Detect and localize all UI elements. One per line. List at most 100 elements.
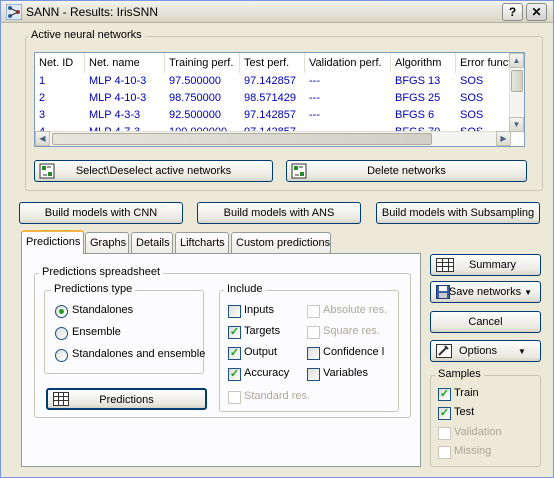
summary-button[interactable]: Summary (430, 254, 541, 276)
delete-networks-icon (291, 163, 307, 179)
tab-custom-predictions[interactable]: Custom predictions (231, 232, 331, 253)
networks-list[interactable]: Net. ID Net. name Training perf. Test pe… (34, 52, 525, 147)
table-row[interactable]: 1 MLP 4-10-3 97.500000 97.142857 --- BFG… (35, 73, 511, 90)
scroll-left-icon[interactable]: ◀ (35, 131, 50, 146)
cell-net-name: MLP 4-10-3 (89, 92, 147, 104)
cell-error-function: SOS (460, 75, 484, 87)
delete-networks-button[interactable]: Delete networks (286, 160, 527, 182)
build-cnn-button[interactable]: Build models with CNN (19, 202, 183, 224)
predictions-type-group (44, 290, 204, 374)
cell-net-name: MLP 4-10-3 (89, 75, 147, 87)
select-deselect-networks-button[interactable]: Select\Deselect active networks (34, 160, 273, 182)
checkbox-standard-res[interactable] (228, 391, 241, 404)
horizontal-scroll-thumb[interactable] (52, 133, 432, 145)
tab-liftcharts[interactable]: Liftcharts (175, 232, 229, 253)
scroll-right-icon[interactable]: ▶ (496, 131, 511, 146)
vertical-scroll-thumb[interactable] (511, 70, 523, 92)
save-disk-icon (436, 285, 450, 299)
checkbox-output[interactable]: ✓ (228, 347, 241, 360)
radio-ensemble-label: Ensemble (72, 326, 121, 338)
checkbox-square-res[interactable] (307, 326, 320, 339)
app-network-icon (6, 4, 22, 20)
cell-training-perf: 98.750000 (169, 92, 221, 104)
cell-training-perf: 92.500000 (169, 109, 221, 121)
cell-error-function: SOS (460, 109, 484, 121)
checkbox-test-label: Test (454, 406, 475, 418)
window-title: SANN - Results: IrisSNN (26, 5, 159, 19)
radio-ensemble[interactable] (55, 327, 68, 340)
cell-algorithm: BFGS 13 (395, 75, 441, 87)
checkbox-validation[interactable] (438, 427, 451, 440)
column-header[interactable]: Test perf. (240, 53, 305, 73)
title-bar[interactable]: SANN - Results: IrisSNN ? ✕ (1, 1, 553, 23)
build-subsampling-button[interactable]: Build models with Subsampling (376, 202, 540, 224)
checkbox-variables[interactable] (307, 368, 320, 381)
checkbox-missing[interactable] (438, 446, 451, 459)
cell-validation-perf: --- (309, 75, 320, 87)
column-header[interactable]: Error funct (456, 53, 516, 73)
tab-details[interactable]: Details (131, 232, 173, 253)
spreadsheet-icon (53, 392, 69, 406)
checkbox-inputs-label: Inputs (244, 304, 274, 316)
cell-net-id: 3 (39, 109, 46, 121)
horizontal-scrollbar[interactable]: ◀ ▶ (35, 131, 511, 146)
checkbox-test[interactable]: ✓ (438, 407, 451, 420)
help-button[interactable]: ? (502, 3, 523, 21)
vertical-scrollbar[interactable]: ▲ ▼ (509, 53, 524, 133)
dropdown-arrow-icon: ▼ (518, 347, 526, 356)
tab-graphs[interactable]: Graphs (85, 232, 129, 253)
checkbox-inputs[interactable] (228, 305, 241, 318)
column-header[interactable]: Net. ID (35, 53, 85, 73)
tab-predictions[interactable]: Predictions (21, 230, 84, 254)
cell-error-function: SOS (460, 92, 484, 104)
radio-standalones-and-ensemble-label: Standalones and ensemble (72, 348, 206, 360)
checkbox-standard-res-label: Standard res. (244, 390, 311, 402)
cell-net-name: MLP 4-3-3 (89, 109, 141, 121)
cell-training-perf: 97.500000 (169, 75, 221, 87)
checkbox-absolute-res[interactable] (307, 305, 320, 318)
checkbox-missing-label: Missing (454, 445, 492, 457)
column-header[interactable]: Training perf. (165, 53, 240, 73)
scroll-down-icon[interactable]: ▼ (509, 117, 524, 132)
select-networks-label: Select\Deselect active networks (75, 165, 232, 177)
save-networks-label: Save networks (448, 286, 522, 298)
build-ans-button[interactable]: Build models with ANS (197, 202, 361, 224)
cell-algorithm: BFGS 25 (395, 92, 441, 104)
dropdown-arrow-icon: ▼ (524, 288, 533, 297)
column-header[interactable]: Algorithm (391, 53, 456, 73)
cell-algorithm: BFGS 6 (395, 109, 435, 121)
column-header[interactable]: Validation perf. (305, 53, 391, 73)
checkbox-targets[interactable]: ✓ (228, 326, 241, 339)
radio-standalones[interactable] (55, 305, 68, 318)
checkbox-train-label: Train (454, 387, 479, 399)
cell-test-perf: 97.142857 (244, 75, 296, 87)
column-header[interactable]: Net. name (85, 53, 165, 73)
checkbox-square-res-label: Square res. (323, 325, 380, 337)
checkbox-validation-label: Validation (454, 426, 502, 438)
checkbox-absolute-res-label: Absolute res. (323, 304, 388, 316)
radio-standalones-and-ensemble[interactable] (55, 349, 68, 362)
options-button[interactable]: Options ▼ (430, 340, 541, 362)
summary-spreadsheet-icon (436, 258, 454, 272)
predictions-button[interactable]: Predictions (46, 388, 207, 410)
table-row[interactable]: 3 MLP 4-3-3 92.500000 97.142857 --- BFGS… (35, 107, 511, 124)
checkbox-confidence[interactable] (307, 347, 320, 360)
table-row[interactable]: 2 MLP 4-10-3 98.750000 98.571429 --- BFG… (35, 90, 511, 107)
delete-networks-label: Delete networks (367, 165, 446, 177)
checkbox-variables-label: Variables (323, 367, 369, 379)
cell-validation-perf: --- (309, 109, 320, 121)
radio-standalones-label: Standalones (72, 304, 134, 316)
active-networks-label: Active neural networks (28, 29, 145, 41)
checkbox-accuracy[interactable]: ✓ (228, 368, 241, 381)
predictions-spreadsheet-label: Predictions spreadsheet (39, 266, 164, 278)
cancel-button[interactable]: Cancel (430, 311, 541, 333)
checkbox-targets-label: Targets (244, 325, 281, 337)
close-button[interactable]: ✕ (526, 3, 547, 21)
save-networks-button[interactable]: Save networks ▼ (430, 281, 541, 303)
checkbox-train[interactable]: ✓ (438, 388, 451, 401)
checkbox-accuracy-label: Accuracy (244, 367, 290, 379)
scroll-up-icon[interactable]: ▲ (509, 53, 524, 68)
networks-list-header: Net. ID Net. name Training perf. Test pe… (35, 53, 511, 73)
cell-net-id: 2 (39, 92, 46, 104)
cell-test-perf: 98.571429 (244, 92, 296, 104)
